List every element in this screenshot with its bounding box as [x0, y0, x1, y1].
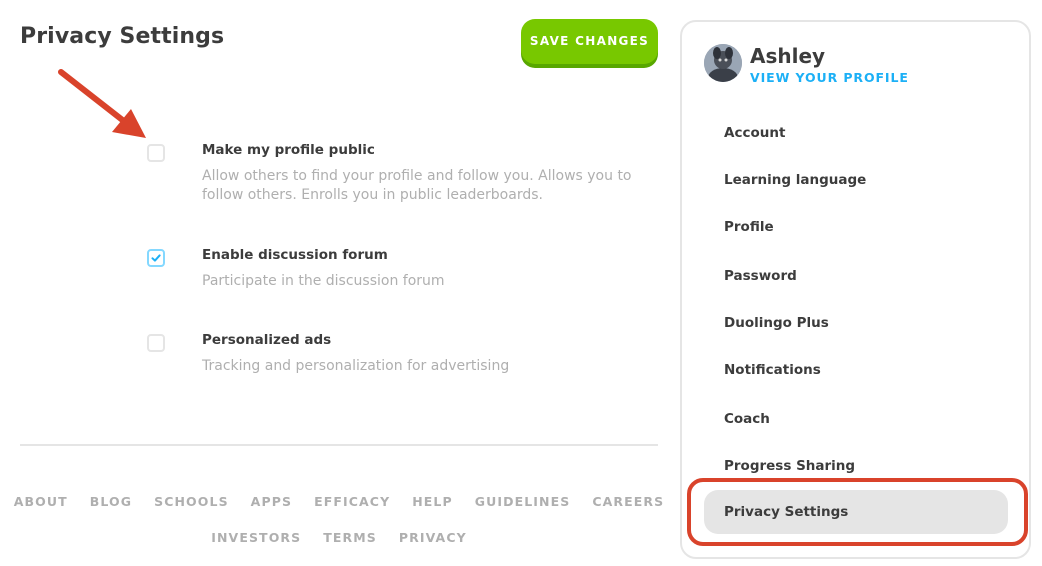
- footer-link-efficacy[interactable]: EFFICACY: [314, 494, 390, 509]
- user-name: Ashley: [750, 44, 826, 68]
- setting-label: Make my profile public: [202, 142, 375, 158]
- sidebar-item-profile[interactable]: Profile: [704, 205, 1008, 249]
- setting-label: Personalized ads: [202, 332, 332, 348]
- setting-description: Allow others to find your profile and fo…: [202, 168, 632, 203]
- setting-description: Participate in the discussion forum: [202, 273, 445, 289]
- personalized-ads-checkbox[interactable]: [147, 334, 165, 352]
- avatar[interactable]: [704, 44, 742, 82]
- footer-links-row-1: ABOUT BLOG SCHOOLS APPS EFFICACY HELP GU…: [14, 494, 663, 509]
- footer-link-blog[interactable]: BLOG: [90, 494, 132, 509]
- save-changes-button[interactable]: SAVE CHANGES: [521, 19, 658, 64]
- footer-link-schools[interactable]: SCHOOLS: [154, 494, 229, 509]
- check-icon: [151, 254, 161, 262]
- footer-link-guidelines[interactable]: GUIDELINES: [475, 494, 571, 509]
- sidebar-item-duolingo-plus[interactable]: Duolingo Plus: [704, 301, 1008, 345]
- footer-link-privacy[interactable]: PRIVACY: [399, 530, 467, 545]
- page-title: Privacy Settings: [20, 24, 225, 49]
- settings-sidebar: Ashley VIEW YOUR PROFILE Account Learnin…: [680, 20, 1031, 559]
- footer-links-row-2: INVESTORS TERMS PRIVACY: [20, 530, 658, 545]
- sidebar-item-notifications[interactable]: Notifications: [704, 348, 1008, 392]
- setting-label: Enable discussion forum: [202, 247, 388, 263]
- user-avatar-photo: [704, 44, 742, 82]
- setting-description: Tracking and personalization for adverti…: [202, 358, 510, 374]
- footer-link-help[interactable]: HELP: [412, 494, 453, 509]
- footer-link-about[interactable]: ABOUT: [14, 494, 68, 509]
- sidebar-item-privacy-settings[interactable]: Privacy Settings: [704, 490, 1008, 534]
- sidebar-item-account[interactable]: Account: [704, 111, 1008, 155]
- sidebar-item-coach[interactable]: Coach: [704, 397, 1008, 441]
- view-profile-link[interactable]: VIEW YOUR PROFILE: [750, 70, 909, 85]
- sidebar-item-password[interactable]: Password: [704, 254, 1008, 298]
- footer-link-terms[interactable]: TERMS: [323, 530, 377, 545]
- red-arrow-icon: [58, 69, 146, 138]
- profile-public-checkbox[interactable]: [147, 144, 165, 162]
- sidebar-item-progress-sharing[interactable]: Progress Sharing: [704, 444, 1008, 488]
- sidebar-item-learning-language[interactable]: Learning language: [704, 158, 1008, 202]
- footer-link-careers[interactable]: CAREERS: [592, 494, 664, 509]
- divider: [20, 444, 658, 446]
- footer-link-apps[interactable]: APPS: [251, 494, 292, 509]
- footer-link-investors[interactable]: INVESTORS: [211, 530, 301, 545]
- discussion-forum-checkbox[interactable]: [147, 249, 165, 267]
